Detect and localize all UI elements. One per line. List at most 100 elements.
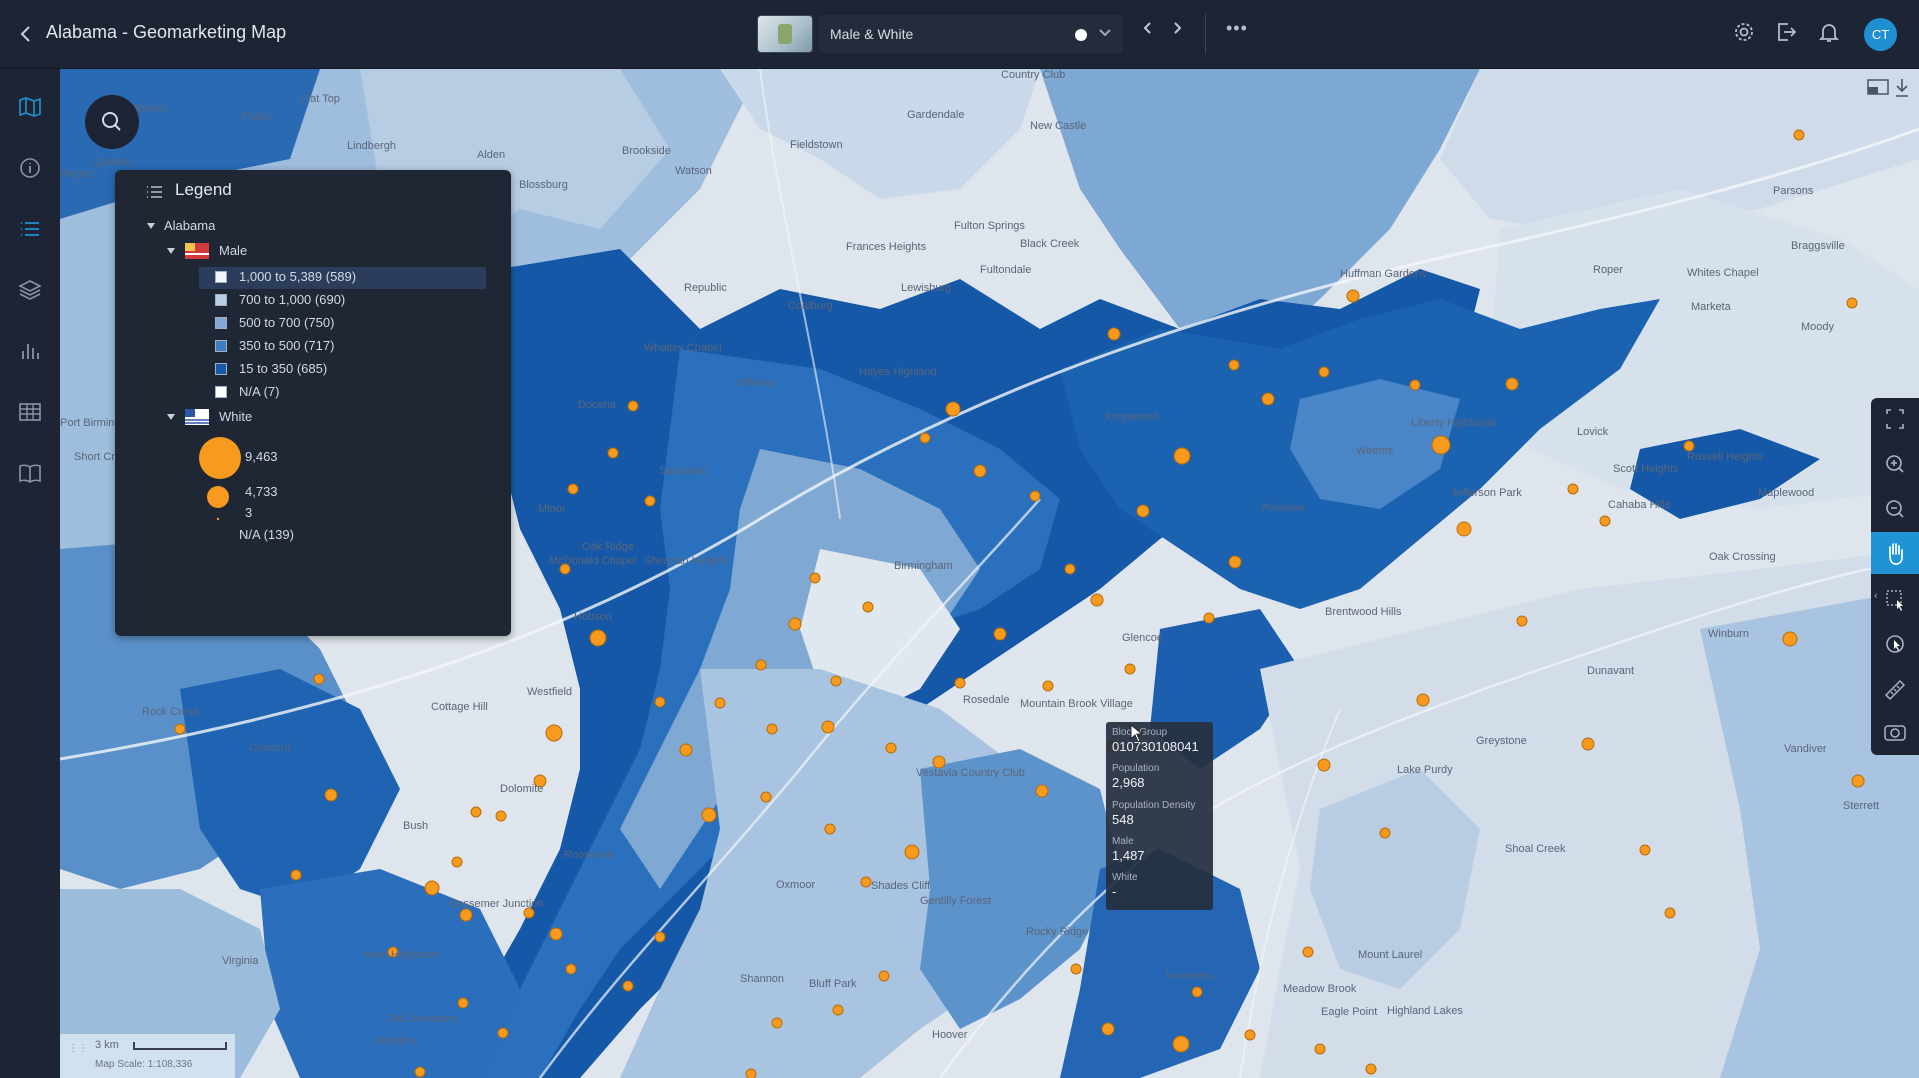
more-options-button[interactable]: ••• [1226,18,1248,39]
layer-selector-label: Male & White [830,26,914,42]
place-label: Sandusky [659,465,708,477]
pan-tool-button[interactable] [1871,532,1919,574]
search-button[interactable] [85,95,139,149]
place-label: Brentwood Hills [1325,606,1402,618]
basemap-toggle-icon[interactable] [1866,78,1890,96]
zoom-out-button[interactable] [1871,488,1919,530]
zoom-in-button[interactable] [1871,443,1919,485]
place-label: Scott Heights [1613,463,1679,475]
layers-icon [18,280,42,300]
legend-nav-button[interactable] [17,216,43,242]
place-label: Pineview [1261,502,1306,514]
place-label: Hayes Highland [859,366,937,378]
place-label: Russell Heights [1687,451,1764,463]
chevron-right-icon [1174,22,1182,34]
scale-bar: ⋮⋮ 3 km Map Scale: 1:108,336 [60,1034,235,1078]
chevron-left-icon [20,26,30,42]
flag-icon [185,409,209,425]
place-label: Rock Creek [142,706,200,718]
place-label: Oak Ridge [582,541,634,553]
rectangle-select-icon [1886,590,1903,611]
place-label: Greystone [1476,735,1527,747]
collapse-caret-icon[interactable] [167,414,175,420]
legend-swatch [215,294,227,306]
legend-class-label[interactable]: 350 to 500 (717) [239,338,334,353]
place-label: Marketa [1691,301,1731,313]
tooltip-value: - [1112,884,1117,899]
chevron-down-icon[interactable] [1098,22,1112,47]
legend-swatch [215,340,227,352]
tooltip-value: 1,487 [1112,848,1145,863]
drag-handle-icon[interactable]: ⋮⋮ [68,1043,88,1054]
map-nav-button[interactable] [17,94,43,120]
place-label: Bessemer Junction [450,898,544,910]
legend-swatch [215,386,227,398]
place-label: Eagle Point [1321,1006,1378,1018]
next-layer-button[interactable] [1167,18,1187,43]
tooltip-key: White [1112,872,1138,883]
place-label: Fulton Springs [954,220,1025,232]
identify-tool-button[interactable] [1871,623,1919,665]
table-nav-button[interactable] [17,399,43,425]
previous-layer-button[interactable] [1138,18,1158,43]
info-icon [20,158,40,178]
map-tools [1871,398,1919,755]
map-thumbnail[interactable] [757,15,813,53]
select-tool-button[interactable] [1871,578,1919,620]
back-button[interactable] [14,22,38,46]
collapse-caret-icon[interactable] [167,248,175,254]
place-label: Lovick [1577,426,1609,438]
place-label: Sterrett [1843,800,1880,812]
place-label: Westfield [527,686,573,698]
place-label: Winburn [1708,628,1749,640]
settings-button[interactable] [1730,20,1758,48]
size-legend-label: 9,463 [245,449,278,464]
size-legend-label: 4,733 [245,484,278,499]
user-avatar[interactable]: CT [1864,18,1897,51]
bell-icon [1818,24,1840,42]
charts-nav-button[interactable] [17,338,43,364]
legend-class-label[interactable]: 500 to 700 (750) [239,315,334,330]
place-label: Alden [477,149,506,161]
place-label: Minor [538,503,566,515]
size-legend-label: N/A (139) [239,527,294,542]
place-label: Rosedale [963,694,1010,706]
export-button[interactable] [1772,20,1800,48]
measure-tool-button[interactable] [1871,668,1919,710]
place-label: Gentilly Forest [920,895,991,907]
layer-visibility-toggle[interactable] [1075,29,1087,41]
story-nav-button[interactable] [17,460,43,486]
chevron-left-icon [1143,22,1151,34]
place-label: Mount Laurel [1358,949,1423,961]
legend-class-label[interactable]: 15 to 350 (685) [239,361,327,376]
place-label: Maplewood [1758,487,1815,499]
place-label: Flat Top [301,93,340,105]
legend-class-label[interactable]: 1,000 to 5,389 (589) [239,269,356,284]
download-icon[interactable] [1894,76,1910,100]
fullscreen-button[interactable] [1871,398,1919,440]
place-label: Lindbergh [347,140,396,152]
place-label: Palos [242,111,270,123]
legend-class-label[interactable]: N/A (7) [239,384,279,399]
collapse-tools-icon[interactable]: ‹ [1874,590,1878,602]
tooltip-key: Population [1112,763,1160,774]
place-label: Coalburg [788,300,833,312]
place-label: Hobson [574,611,612,623]
place-label: Liberty Highlands [1411,417,1496,429]
place-label: Mountain Brook Village [1020,698,1133,710]
feature-tooltip: Block Group 010730108041 Population 2,96… [1106,722,1213,910]
layers-nav-button[interactable] [17,277,43,303]
place-label: Concord [249,742,291,754]
place-label: Moody [1801,321,1835,333]
left-sidebar [0,69,60,1078]
place-label: Highland Lakes [1387,1005,1463,1017]
pointer-circle-icon [1886,635,1904,653]
screenshot-tool-button[interactable] [1871,712,1919,754]
scale-bar-line [133,1042,227,1050]
notifications-button[interactable] [1815,20,1843,48]
legend-class-label[interactable]: 700 to 1,000 (690) [239,292,345,307]
place-label: Shoal Creek [1505,843,1566,855]
layer-selector[interactable]: Male & White [818,15,1123,53]
info-nav-button[interactable] [17,155,43,181]
collapse-caret-icon[interactable] [147,223,155,229]
